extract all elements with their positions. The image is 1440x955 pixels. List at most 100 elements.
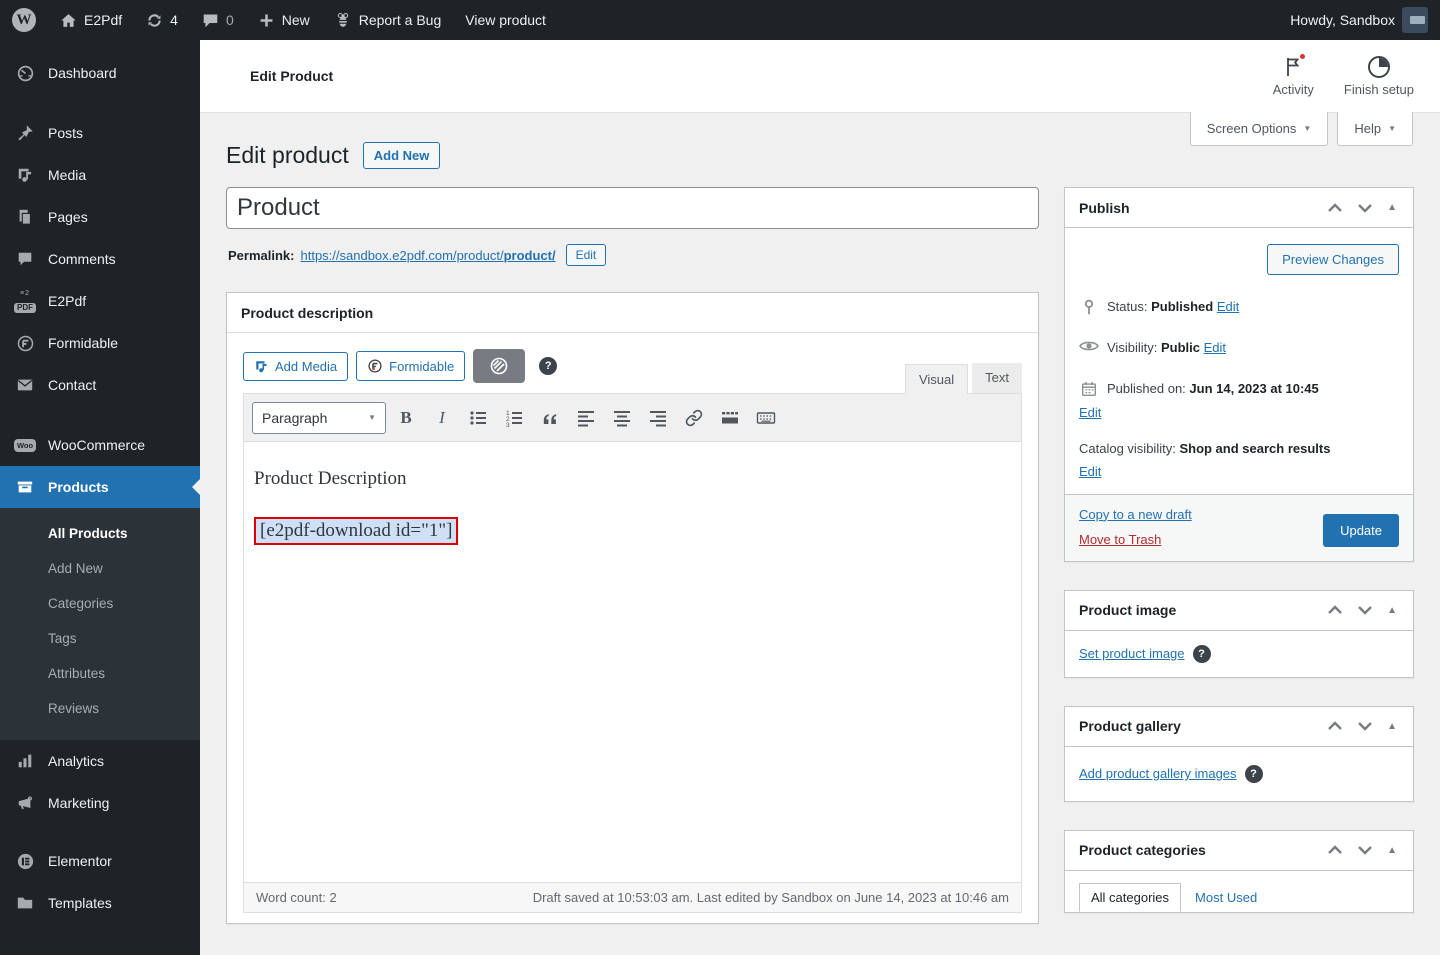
updates-icon xyxy=(146,12,163,29)
edit-catalog-link[interactable]: Edit xyxy=(1079,464,1101,479)
formidable-button[interactable]: Formidable xyxy=(356,351,466,381)
toggle-panel-button[interactable]: ▲ xyxy=(1385,719,1399,734)
submenu-reviews[interactable]: Reviews xyxy=(0,691,200,726)
sidebar-item-label: Comments xyxy=(48,251,116,267)
permalink-edit-button[interactable]: Edit xyxy=(565,244,607,266)
wp-logo-menu[interactable]: W xyxy=(0,0,48,40)
home-icon xyxy=(60,12,77,29)
tab-text[interactable]: Text xyxy=(972,363,1022,393)
help-icon[interactable]: ? xyxy=(1244,764,1263,783)
updates-menu[interactable]: 4 xyxy=(134,0,190,40)
move-down-button[interactable] xyxy=(1355,719,1375,733)
copy-to-draft-link[interactable]: Copy to a new draft xyxy=(1079,507,1192,522)
update-button[interactable]: Update xyxy=(1323,513,1399,547)
submenu-categories[interactable]: Categories xyxy=(0,586,200,621)
toggle-panel-button[interactable]: ▲ xyxy=(1385,603,1399,618)
keyboard-shortcuts-button[interactable] xyxy=(750,402,782,434)
help-icon[interactable]: ? xyxy=(1192,644,1211,663)
comments-menu[interactable]: 0 xyxy=(190,0,246,40)
site-name-menu[interactable]: E2Pdf xyxy=(48,0,134,40)
submenu-tags[interactable]: Tags xyxy=(0,621,200,656)
submenu-attributes[interactable]: Attributes xyxy=(0,656,200,691)
comments-count: 0 xyxy=(225,12,234,28)
move-up-button[interactable] xyxy=(1325,843,1345,857)
align-left-button[interactable] xyxy=(570,402,602,434)
sidebar-item-posts[interactable]: Posts xyxy=(0,112,200,154)
sidebar-item-contact[interactable]: Contact xyxy=(0,364,200,406)
media-icon xyxy=(254,359,269,374)
finish-setup-button[interactable]: Finish setup xyxy=(1344,55,1414,97)
view-product-menu[interactable]: View product xyxy=(453,0,558,40)
tab-all-categories[interactable]: All categories xyxy=(1079,882,1182,912)
edit-published-link[interactable]: Edit xyxy=(1079,405,1101,420)
sidebar-item-label: Marketing xyxy=(48,795,110,811)
more-tag-button[interactable] xyxy=(714,402,746,434)
sidebar-item-marketing[interactable]: Marketing xyxy=(0,782,200,824)
bullet-list-button[interactable] xyxy=(462,402,494,434)
sidebar-item-e2pdf[interactable]: ≡2 PDF E2Pdf xyxy=(0,280,200,322)
submenu-all-products[interactable]: All Products xyxy=(0,516,200,551)
catalog-visibility-row: Catalog visibility: Shop and search resu… xyxy=(1079,440,1331,480)
megaphone-icon xyxy=(12,794,38,812)
pushpin-icon xyxy=(12,124,38,142)
add-new-button[interactable]: Add New xyxy=(362,142,441,169)
sidebar-item-woocommerce[interactable]: Woo WooCommerce xyxy=(0,424,200,466)
activity-button[interactable]: Activity xyxy=(1273,51,1314,97)
tab-visual[interactable]: Visual xyxy=(904,364,969,394)
sidebar-item-label: Contact xyxy=(48,377,97,393)
sidebar-item-products[interactable]: Products xyxy=(0,466,200,508)
blockquote-button[interactable] xyxy=(534,402,566,434)
editor-paragraph: Product Description xyxy=(254,468,407,489)
move-to-trash-link[interactable]: Move to Trash xyxy=(1079,532,1192,547)
editor-content-area[interactable]: Product Description [e2pdf-download id="… xyxy=(244,442,1021,882)
move-up-button[interactable] xyxy=(1325,201,1345,215)
permalink-link[interactable]: https://sandbox.e2pdf.com/product/produc… xyxy=(300,248,555,263)
e2pdf-shortcode-token[interactable]: [e2pdf-download id="1"] xyxy=(254,517,459,545)
triangle-up-icon: ▲ xyxy=(1387,720,1397,732)
sidebar-item-elementor[interactable]: Elementor xyxy=(0,840,200,882)
report-bug-menu[interactable]: Report a Bug xyxy=(322,0,454,40)
sidebar-item-analytics[interactable]: Analytics xyxy=(0,740,200,782)
edit-status-link[interactable]: Edit xyxy=(1217,299,1239,314)
sidebar-item-comments[interactable]: Comments xyxy=(0,238,200,280)
numbered-list-button[interactable]: 1 2 3 xyxy=(498,402,530,434)
new-content-menu[interactable]: New xyxy=(246,0,322,40)
bold-button[interactable]: B xyxy=(390,402,422,434)
paragraph-format-select[interactable]: Paragraph ▼ xyxy=(252,401,386,434)
link-button[interactable] xyxy=(678,402,710,434)
products-box-icon xyxy=(12,478,38,496)
sidebar-item-pages[interactable]: Pages xyxy=(0,196,200,238)
folder-icon xyxy=(12,894,38,912)
toggle-panel-button[interactable]: ▲ xyxy=(1385,200,1399,215)
my-account-menu[interactable]: Howdy, Sandbox xyxy=(1278,0,1440,40)
align-right-button[interactable] xyxy=(642,402,674,434)
e2pdf-shortcode-button[interactable] xyxy=(473,349,526,383)
add-media-button[interactable]: Add Media xyxy=(243,351,349,381)
sidebar-item-label: Dashboard xyxy=(48,65,117,81)
set-product-image-link[interactable]: Set product image xyxy=(1079,646,1185,661)
move-down-button[interactable] xyxy=(1355,843,1375,857)
italic-button[interactable]: I xyxy=(426,402,458,434)
sidebar-item-formidable[interactable]: Formidable xyxy=(0,322,200,364)
move-up-button[interactable] xyxy=(1325,719,1345,733)
help-icon[interactable]: ? xyxy=(539,357,558,375)
move-up-button[interactable] xyxy=(1325,603,1345,617)
add-gallery-images-link[interactable]: Add product gallery images xyxy=(1079,766,1237,781)
submenu-add-new[interactable]: Add New xyxy=(0,551,200,586)
sidebar-item-dashboard[interactable]: Dashboard xyxy=(0,52,200,94)
product-title-input[interactable] xyxy=(226,187,1039,229)
align-center-button[interactable] xyxy=(606,402,638,434)
screen-options-button[interactable]: Screen Options ▼ xyxy=(1189,112,1329,146)
visibility-value: Public xyxy=(1160,339,1200,355)
preview-changes-button[interactable]: Preview Changes xyxy=(1267,244,1399,275)
edit-visibility-link[interactable]: Edit xyxy=(1204,340,1226,355)
sidebar-item-media[interactable]: Media xyxy=(0,154,200,196)
move-down-button[interactable] xyxy=(1355,603,1375,617)
sidebar-item-templates[interactable]: Templates xyxy=(0,882,200,924)
panel-title: Product categories xyxy=(1079,842,1206,859)
help-button[interactable]: Help ▼ xyxy=(1337,112,1413,146)
toggle-panel-button[interactable]: ▲ xyxy=(1385,843,1399,858)
move-down-button[interactable] xyxy=(1355,201,1375,215)
elementor-icon xyxy=(12,852,38,871)
tab-most-used[interactable]: Most Used xyxy=(1195,890,1257,905)
